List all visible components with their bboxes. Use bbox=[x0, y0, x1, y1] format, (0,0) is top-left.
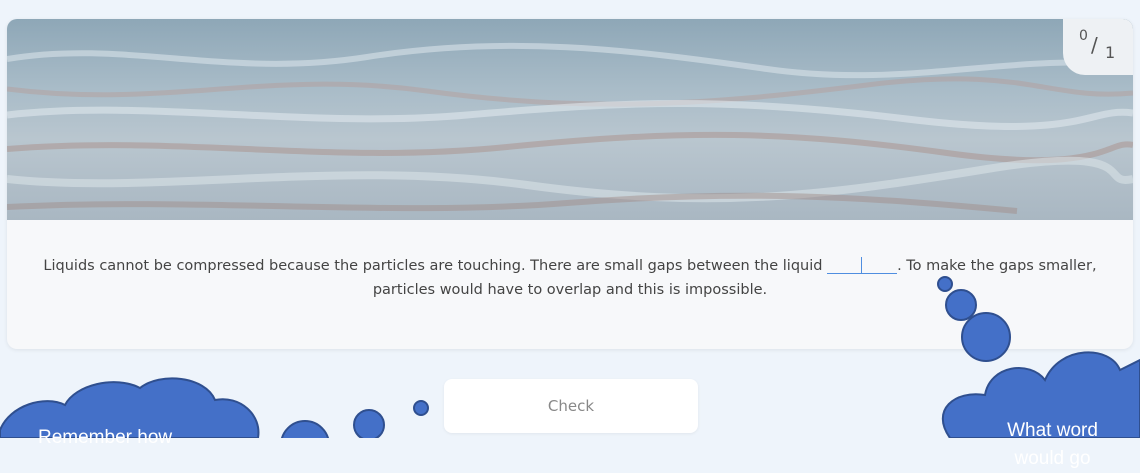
check-button[interactable]: Check bbox=[444, 379, 698, 433]
water-ripples bbox=[7, 42, 1133, 214]
answer-blank-input[interactable] bbox=[827, 257, 898, 274]
question-text-before: Liquids cannot be compressed because the… bbox=[43, 258, 823, 274]
bubble-dot-left-3 bbox=[281, 420, 329, 438]
bubble-dot-left-1 bbox=[413, 400, 429, 416]
question-text: Liquids cannot be compressed because the… bbox=[27, 254, 1113, 302]
bubble-dot-left-2 bbox=[353, 409, 385, 438]
text-caret bbox=[861, 257, 863, 273]
question-card: 0 / 1 Liquids cannot be compressed becau… bbox=[7, 19, 1133, 349]
right-cloud-line2: would go bbox=[1014, 448, 1091, 469]
score-current: 0 bbox=[1079, 28, 1088, 44]
water-header-image: 0 / 1 bbox=[7, 19, 1133, 220]
left-cloud-text: Remember how bbox=[38, 427, 173, 448]
right-cloud-text: What word would go bbox=[965, 417, 1140, 473]
right-cloud-line1: What word bbox=[1007, 420, 1098, 441]
score-total: 1 bbox=[1105, 43, 1116, 62]
score-indicator: 0 / 1 bbox=[1063, 19, 1133, 75]
score-slash: / bbox=[1091, 33, 1098, 57]
